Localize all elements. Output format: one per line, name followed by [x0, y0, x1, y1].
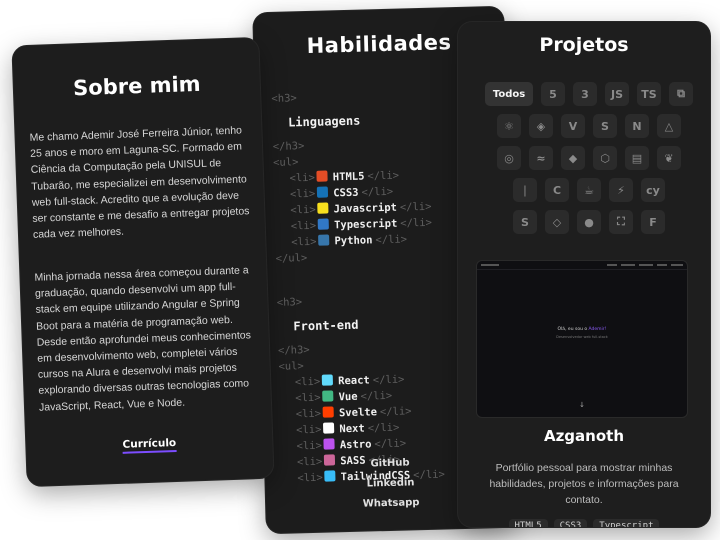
astro-icon[interactable]: △: [657, 114, 681, 138]
li-close-tag: </li>: [374, 437, 407, 451]
angular-icon[interactable]: ◈: [529, 114, 553, 138]
li-open-tag: <li>: [295, 391, 321, 405]
li-open-tag: <li>: [289, 187, 316, 201]
github-icon[interactable]: ●: [577, 210, 601, 234]
li-close-tag: </li>: [400, 216, 433, 230]
skill-name: Next: [339, 422, 365, 436]
typescript-icon: [317, 218, 330, 230]
html5-icon: [316, 170, 328, 182]
gulp-icon[interactable]: ◆: [561, 146, 585, 170]
h3-close-tag: </h3>: [272, 140, 305, 153]
preview-hero-subtitle: Desenvolvedor web full-stack: [556, 335, 608, 339]
skill-name: Typescript: [333, 217, 398, 232]
react-icon[interactable]: ⚛: [497, 114, 521, 138]
h3-open-tag: <h3>: [271, 92, 297, 105]
projects-card: Projetos Todos 5 3 JS TS ⧉ ⚛ ◈ V S N △ ◎ ≈ ◆ ⬡ ▤ ❦ ❘ C ☕…: [458, 22, 710, 527]
ul-open-tag: <ul>: [278, 360, 304, 373]
resume-link[interactable]: Currículo: [122, 436, 177, 454]
javascript-icon[interactable]: JS: [605, 82, 629, 106]
css3-icon[interactable]: 3: [573, 82, 597, 106]
vue-icon: [322, 390, 334, 402]
ul-close-tag: </ul>: [275, 252, 308, 265]
project-description: Portfólio pessoal para mostrar minhas ha…: [489, 462, 679, 507]
skill-name: Astro: [339, 438, 372, 452]
c-icon[interactable]: C: [545, 178, 569, 202]
preview-hero: Olá, eu sou o Ademir! Desenvolvedor web …: [477, 327, 687, 339]
li-open-tag: <li>: [294, 375, 321, 389]
skill-name: Vue: [338, 390, 358, 404]
li-close-tag: </li>: [361, 185, 394, 199]
skill-name: Python: [334, 234, 373, 248]
sass-icon[interactable]: ◎: [497, 146, 521, 170]
about-paragraph: Me chamo Ademir José Ferreira Júnior, te…: [29, 124, 250, 242]
javascript-icon: [317, 202, 329, 214]
tech-filter-grid: Todos 5 3 JS TS ⧉ ⚛ ◈ V S N △ ◎ ≈ ◆ ⬡ ▤ ❦ ❘ C ☕ ⚡ cy S ◇ ● ⛶ F: [476, 82, 702, 242]
svelte-icon[interactable]: S: [593, 114, 617, 138]
filter-all-button[interactable]: Todos: [485, 82, 533, 106]
next-icon: [323, 422, 335, 434]
preview-hero-text: Olá, eu sou o: [557, 327, 589, 332]
mongodb-icon[interactable]: ❘: [513, 178, 537, 202]
skill-name: HTML5: [332, 170, 365, 184]
project-name: Azganoth: [543, 427, 625, 445]
h3-close-tag: </h3>: [277, 344, 310, 357]
figma-icon[interactable]: F: [641, 210, 665, 234]
python-icon: [318, 234, 330, 246]
tech-tag: Typescript: [593, 519, 660, 527]
tailwind-icon[interactable]: ≈: [529, 146, 553, 170]
java-icon[interactable]: ☕: [577, 178, 601, 202]
css3-icon: [317, 186, 329, 198]
react-icon: [322, 374, 334, 386]
li-open-tag: <li>: [296, 439, 323, 453]
li-close-tag: </li>: [399, 200, 432, 214]
svelte-icon: [322, 406, 335, 418]
li-close-tag: </li>: [367, 169, 400, 183]
arrow-down-icon: ↓: [579, 401, 585, 409]
h3-open-tag: <h3>: [276, 296, 303, 309]
nodejs-icon[interactable]: ⬡: [593, 146, 617, 170]
about-title: Sobre mim: [72, 71, 201, 101]
projects-title: Projetos: [539, 34, 629, 56]
preview-hero-accent: Ademir!: [588, 327, 607, 332]
spring-icon[interactable]: ❦: [657, 146, 681, 170]
sublime-icon[interactable]: S: [513, 210, 537, 234]
webpack-icon[interactable]: ⛶: [609, 210, 633, 234]
li-open-tag: <li>: [296, 423, 322, 437]
li-open-tag: <li>: [291, 235, 317, 249]
ul-open-tag: <ul>: [273, 156, 299, 169]
skill-name: Svelte: [338, 406, 378, 420]
li-close-tag: </li>: [360, 389, 393, 403]
skill-name: CSS3: [333, 186, 359, 200]
project-preview-image[interactable]: Olá, eu sou o Ademir! Desenvolvedor web …: [476, 260, 688, 418]
skill-name: React: [338, 374, 370, 388]
git-icon[interactable]: ◇: [545, 210, 569, 234]
docker-icon[interactable]: ▤: [625, 146, 649, 170]
li-open-tag: <li>: [295, 407, 322, 421]
li-close-tag: </li>: [379, 405, 412, 419]
html5-icon[interactable]: 5: [541, 82, 565, 106]
about-card: Sobre mim Me chamo Ademir José Ferreira …: [12, 37, 274, 487]
li-close-tag: </li>: [367, 421, 400, 435]
about-paragraph: Minha jornada nessa área começou durante…: [34, 264, 252, 414]
li-close-tag: </li>: [372, 373, 405, 387]
tech-tag: HTML5: [508, 519, 548, 527]
li-close-tag: </li>: [375, 233, 408, 247]
vite-icon[interactable]: ⚡: [609, 178, 633, 202]
li-open-tag: <li>: [290, 219, 317, 233]
typescript-icon[interactable]: TS: [637, 82, 661, 106]
next-icon[interactable]: N: [625, 114, 649, 138]
vue-icon[interactable]: V: [561, 114, 585, 138]
skill-name: Javascript: [333, 201, 398, 216]
li-open-tag: <li>: [289, 171, 316, 185]
li-open-tag: <li>: [290, 203, 316, 217]
project-tech-tags: HTML5 CSS3 Typescript: [458, 519, 710, 527]
astro-icon: [323, 438, 335, 450]
tech-tag: CSS3: [553, 519, 588, 527]
python-icon[interactable]: ⧉: [669, 82, 693, 106]
resume-link-wrapper: Currículo: [26, 434, 272, 455]
cypress-icon[interactable]: cy: [641, 178, 665, 202]
preview-navbar: [477, 261, 687, 270]
